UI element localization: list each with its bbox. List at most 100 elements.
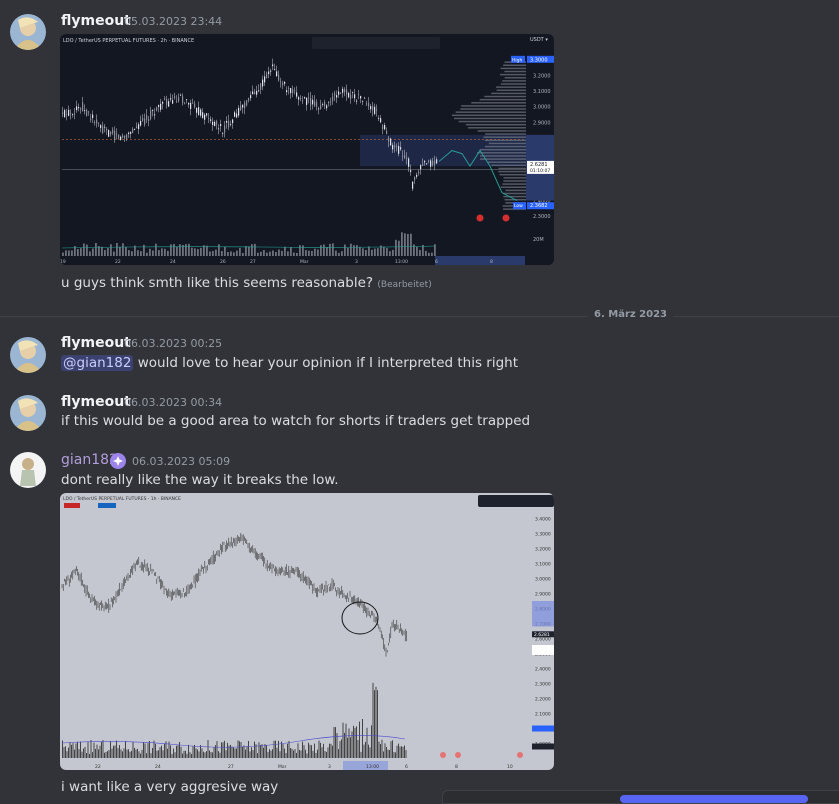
volume-bar	[173, 243, 175, 256]
volume-profile-bar	[504, 70, 526, 73]
event-flag-icon	[476, 214, 484, 222]
volume-bar	[306, 753, 308, 758]
volume-bar	[348, 728, 350, 758]
candle-body	[212, 121, 214, 125]
volume-bar	[248, 740, 249, 758]
candle-body	[190, 102, 192, 109]
volume-bar	[86, 753, 87, 758]
date-divider	[0, 316, 839, 317]
price-axis-label: 2.1000	[535, 712, 551, 718]
avatar[interactable]	[10, 452, 46, 488]
candle-body	[112, 129, 114, 134]
volume-bar	[375, 686, 377, 758]
volume-bar	[236, 748, 237, 758]
time-axis-label: 27	[228, 764, 234, 770]
volume-bar	[204, 752, 206, 758]
volume-bar	[158, 750, 159, 758]
volume-bar	[312, 750, 314, 758]
volume-bar	[353, 245, 355, 256]
candle-body	[272, 64, 274, 67]
chart-image-2[interactable]: LDO / TetherUS PERPETUAL FUTURES · 1h · …	[60, 493, 554, 770]
candle-body	[286, 90, 288, 93]
volume-bar	[428, 252, 430, 256]
candle-body	[248, 98, 250, 101]
jump-to-present-button[interactable]	[620, 795, 808, 803]
volume-bar	[296, 752, 297, 758]
candle-body	[398, 146, 400, 154]
candle-body	[236, 113, 238, 118]
edited-tag: (Bearbeitet)	[377, 280, 432, 290]
volume-bar	[392, 249, 394, 256]
volume-bar	[263, 250, 265, 256]
volume-bar	[71, 744, 72, 758]
volume-bar	[222, 742, 224, 758]
volume-profile-bar	[483, 136, 526, 138]
volume-bar	[254, 243, 256, 256]
volume-bar	[99, 745, 101, 758]
candle-body	[366, 103, 368, 105]
nitro-badge-icon[interactable]	[110, 453, 126, 469]
username[interactable]: flymeout	[61, 394, 131, 410]
volume-bar	[201, 748, 203, 758]
price-axis-label: 3.1000	[535, 562, 551, 568]
volume-bar	[150, 753, 152, 758]
username[interactable]: flymeout	[61, 335, 131, 351]
candle-body	[266, 73, 268, 79]
candle-body	[126, 134, 128, 139]
avatar[interactable]	[10, 337, 46, 373]
candle-body	[408, 158, 410, 167]
volume-bar	[390, 741, 392, 758]
volume-bar	[318, 740, 320, 758]
volume-bar	[132, 742, 134, 758]
volume-bar	[389, 750, 390, 758]
user-mention[interactable]: @gian182	[61, 355, 134, 371]
volume-bar	[321, 747, 323, 758]
volume-bar	[294, 749, 296, 758]
candle-body	[434, 160, 436, 165]
volume-bar	[110, 741, 111, 758]
volume-bar	[251, 747, 252, 758]
axis-highlight	[532, 601, 554, 627]
volume-bar	[278, 249, 280, 256]
candle-body	[108, 130, 110, 137]
candle-body	[406, 157, 408, 159]
volume-bar	[224, 246, 226, 256]
candle-body	[196, 107, 198, 113]
avatar[interactable]	[10, 14, 46, 50]
price-axis-label: 3.0000	[533, 105, 551, 111]
volume-value-tag	[532, 725, 554, 732]
volume-bar	[159, 747, 161, 758]
date-divider-label: 6. März 2023	[588, 309, 674, 320]
volume-bar	[69, 742, 71, 758]
candle-body	[188, 102, 190, 105]
candle-body	[146, 115, 148, 120]
avatar[interactable]	[10, 395, 46, 431]
volume-bar	[291, 748, 293, 758]
candle-body	[166, 99, 168, 105]
candle-body	[298, 97, 300, 100]
volume-bar	[104, 250, 106, 256]
volume-bar	[194, 248, 196, 256]
chart-image-1[interactable]: LDO / TetherUS PERPETUAL FUTURES · 2h · …	[60, 34, 554, 265]
candle-body	[322, 104, 324, 105]
volume-profile-bar	[484, 145, 526, 148]
volume-profile-bar	[467, 127, 526, 129]
volume-bar	[308, 250, 310, 256]
volume-bar	[200, 745, 201, 758]
candle-body	[370, 106, 372, 110]
candle-body	[390, 138, 392, 146]
volume-bar	[104, 752, 105, 758]
candle-body	[308, 97, 310, 99]
candle-body	[350, 95, 352, 99]
volume-profile-bar	[498, 170, 526, 173]
time-axis-label: 19	[60, 259, 66, 265]
volume-bar	[93, 742, 95, 758]
timestamp: 06.03.2023 00:25	[124, 337, 223, 350]
volume-bar	[317, 749, 318, 758]
candle-body	[154, 114, 156, 116]
volume-bar	[128, 749, 129, 758]
username[interactable]: flymeout	[61, 13, 131, 29]
message-text: dont really like the way it breaks the l…	[61, 472, 339, 488]
candle-body	[404, 155, 406, 158]
volume-bar	[75, 743, 77, 758]
